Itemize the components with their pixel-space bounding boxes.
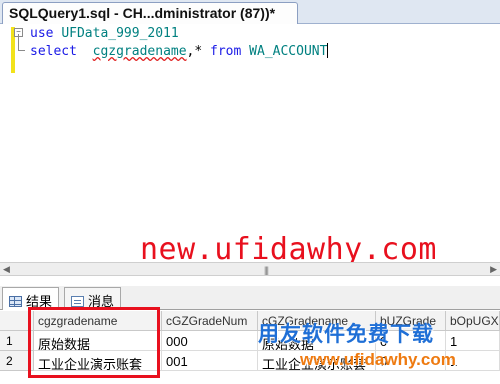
scroll-left-icon[interactable]: ◀ [3, 264, 10, 275]
grid-cell[interactable]: 1 [446, 331, 500, 351]
grid-icon [9, 296, 22, 307]
document-tab-strip: SQLQuery1.sql - CH...dministrator (87))* [0, 0, 500, 24]
highlight-annotation-box [28, 307, 160, 378]
outline-line [18, 34, 19, 50]
grid-cell[interactable]: 000 [162, 331, 258, 351]
keyword-select: select [30, 44, 77, 59]
column-name: cgzgradename [92, 44, 187, 59]
keyword-from: from [210, 44, 242, 59]
select-rest: ,* [186, 44, 211, 59]
keyword-use: use [30, 26, 54, 41]
scroll-grip-icon[interactable]: ||| [264, 265, 269, 275]
outline-elbow [18, 50, 25, 51]
code-line-2: select cgzgradename,* from WA_ACCOUNT [30, 43, 329, 59]
message-icon [71, 296, 84, 307]
watermark-brand-text: 用友软件免费下载 [258, 323, 434, 346]
code-line-1: use UFData_999_2011 [30, 26, 179, 41]
query-document-tab[interactable]: SQLQuery1.sql - CH...dministrator (87))* [2, 2, 298, 24]
column-header-bopugx[interactable]: bOpUGX [446, 311, 500, 331]
text-caret [327, 43, 329, 58]
scroll-right-icon[interactable]: ▶ [490, 264, 497, 275]
editor-horizontal-scrollbar[interactable]: ◀ ||| ▶ [0, 262, 500, 276]
grid-cell[interactable]: 001 [162, 351, 258, 371]
database-name: UFData_999_2011 [61, 26, 179, 41]
tab-messages[interactable]: 消息 [64, 287, 122, 309]
column-header-cgzgradenum[interactable]: cGZGradeNum [162, 311, 258, 331]
table-name: WA_ACCOUNT [249, 44, 328, 59]
watermark-url-bottom: www.ufidawhy.com [300, 350, 456, 369]
sql-editor[interactable]: − use UFData_999_2011 select cgzgradenam… [0, 24, 500, 267]
